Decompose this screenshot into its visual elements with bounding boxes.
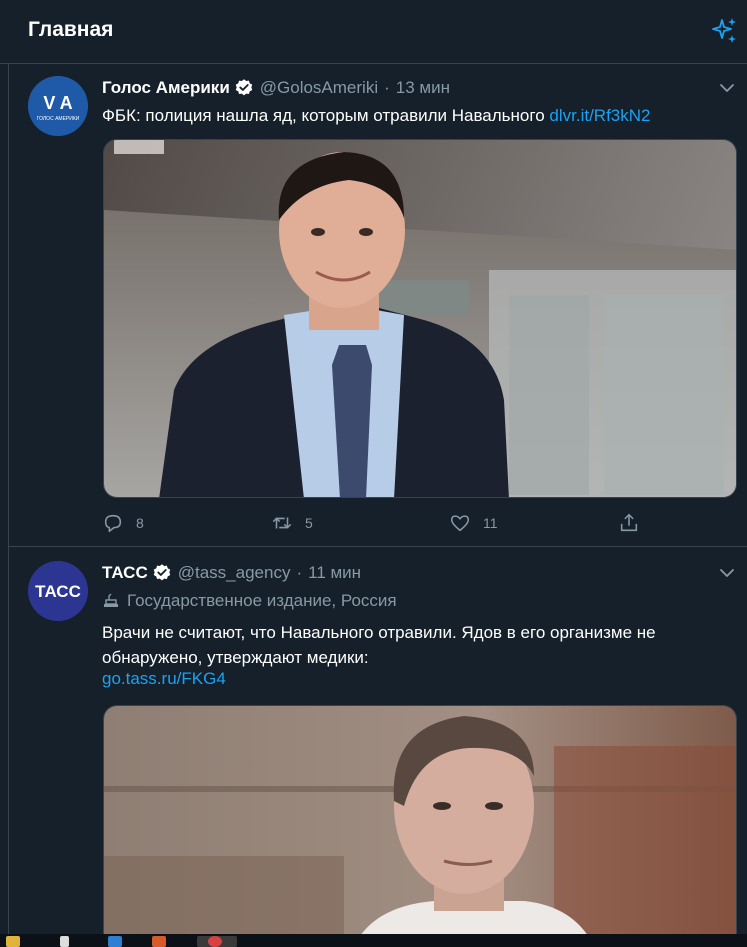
tweet-actions: 8 5 11 [102, 512, 642, 536]
os-taskbar [0, 934, 747, 947]
chevron-down-icon[interactable] [717, 563, 737, 583]
reply-action[interactable]: 8 [102, 512, 144, 534]
sparkle-icon[interactable] [710, 16, 740, 46]
phone-icon[interactable] [60, 936, 69, 947]
retweet-icon [272, 517, 292, 529]
verified-icon [153, 564, 170, 581]
author-name[interactable]: ТАСС [102, 563, 148, 583]
retweet-count: 5 [305, 515, 313, 531]
tweet-header: ТАСС @tass_agency · 11 мин [102, 561, 361, 585]
verified-icon [235, 79, 253, 96]
share-action[interactable] [618, 512, 652, 534]
reply-count: 8 [136, 515, 144, 531]
state-media-icon [104, 593, 118, 607]
tweet-time[interactable]: 13 мин [396, 78, 450, 98]
tweet-golos-ameriki[interactable]: V A ГОЛОС АМЕРИКИ Голос Америки @GolosAm… [9, 64, 747, 547]
folder-icon[interactable] [6, 936, 20, 947]
chevron-down-icon[interactable] [717, 78, 737, 98]
page-title: Главная [28, 18, 114, 41]
avatar[interactable]: ТАСС [28, 561, 88, 621]
tweet-tass[interactable]: ТАСС ТАСС @tass_agency · 11 мин Государс… [9, 548, 747, 945]
author-name[interactable]: Голос Америки [102, 78, 230, 98]
avatar-subtext: ГОЛОС АМЕРИКИ [37, 116, 80, 122]
separator-dot: · [296, 563, 303, 582]
portrait-photo [104, 706, 736, 945]
author-handle[interactable]: @GolosAmeriki [260, 78, 378, 98]
avatar[interactable]: V A ГОЛОС АМЕРИКИ [28, 76, 88, 136]
chrome-icon[interactable] [208, 936, 222, 947]
heart-icon [450, 515, 470, 532]
tweet-media-photo[interactable] [103, 139, 737, 498]
state-media-label[interactable]: Государственное издание, Россия [102, 591, 397, 611]
separator-dot: · [384, 78, 390, 97]
like-action[interactable]: 11 [449, 512, 498, 534]
tweet-time[interactable]: 11 мин [308, 563, 361, 583]
avatar-text: ТАСС [35, 582, 81, 601]
tweet-body: ФБК: полиция нашла яд, которым отравили … [102, 106, 550, 125]
reply-icon [104, 514, 122, 533]
app-icon[interactable] [108, 936, 122, 947]
timeline-header: Главная [0, 0, 747, 64]
like-count: 11 [483, 515, 498, 531]
state-media-text: Государственное издание, Россия [127, 591, 397, 610]
tweet-link[interactable]: go.tass.ru/FKG4 [102, 669, 226, 689]
tweet-text: ФБК: полиция нашла яд, которым отравили … [102, 103, 722, 128]
browser-icon[interactable] [152, 936, 166, 947]
retweet-action[interactable]: 5 [271, 512, 313, 534]
tweet-link[interactable]: dlvr.it/Rf3kN2 [549, 106, 650, 125]
author-handle[interactable]: @tass_agency [178, 563, 291, 583]
tweet-body: Врачи не считают, что Навального отравил… [102, 623, 656, 667]
tweet-media-photo[interactable] [103, 705, 737, 945]
tweet-header: Голос Америки @GolosAmeriki · 13 мин [102, 76, 450, 100]
portrait-photo [104, 140, 736, 497]
avatar-text: V A [43, 93, 72, 113]
share-icon [620, 513, 638, 532]
